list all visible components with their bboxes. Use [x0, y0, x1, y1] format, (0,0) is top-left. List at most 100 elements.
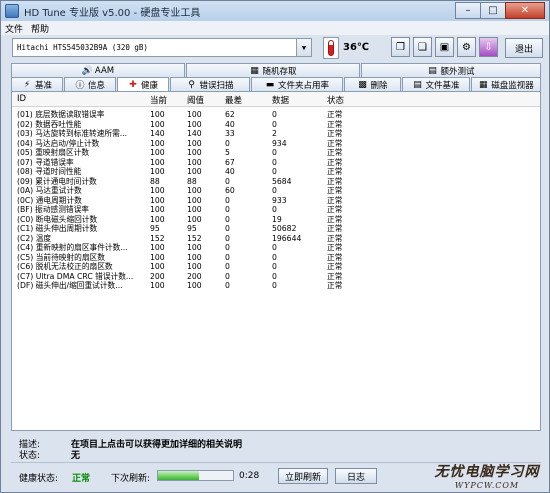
tab-aam[interactable]: 🔊 AAM — [11, 63, 185, 77]
log-button[interactable]: 日志 — [335, 468, 377, 484]
copy-icon[interactable]: ❐ — [391, 37, 410, 57]
tab-disk-monitor[interactable]: ▦ 磁盘监视器 — [471, 77, 541, 91]
tab-health[interactable]: ✚ 健康 — [117, 77, 169, 91]
table-row[interactable]: (DF) 磁头伸出/缩回重试计数... 100 100 0 0 正常 — [12, 281, 540, 291]
attribute-id: (07) 寻道错误率 — [17, 157, 74, 167]
current-value: 100 — [150, 205, 165, 214]
maximize-button[interactable]: □ — [480, 2, 505, 19]
options-icon[interactable]: ⚙ — [457, 37, 476, 57]
tab-erase[interactable]: ▩ 删除 — [344, 77, 401, 91]
attribute-status: 正常 — [327, 138, 343, 148]
health-status-label: 健康状态: — [19, 474, 59, 484]
menu-help[interactable]: 帮助 — [27, 22, 53, 35]
status-label: 状态: — [19, 451, 41, 461]
worst-value: 40 — [225, 119, 235, 129]
table-row[interactable]: (05) 重映射扇区计数 100 100 5 0 正常 — [12, 148, 540, 158]
raw-data: 0 — [272, 186, 277, 195]
attribute-id: (01) 底层数据读取错误率 — [17, 110, 105, 119]
attribute-status: 正常 — [327, 195, 343, 205]
app-window: HD Tune 专业版 v5.00 - 硬盘专业工具 – □ ✕ 文件 帮助 H… — [0, 0, 550, 493]
table-row[interactable]: (C1) 磁头伸出周期计数 95 95 0 50682 正常 — [12, 224, 540, 234]
current-value: 100 — [150, 281, 165, 290]
save-icon[interactable]: ▣ — [435, 37, 454, 57]
file-icon: ▤ — [413, 79, 422, 90]
table-row[interactable]: (07) 寻道错误率 100 100 67 0 正常 — [12, 158, 540, 168]
header-threshold[interactable]: 阈值 — [187, 94, 204, 106]
raw-data: 0 — [272, 205, 277, 214]
raw-data: 0 — [272, 167, 277, 176]
threshold-value: 152 — [187, 233, 202, 243]
table-row[interactable]: (01) 底层数据读取错误率 100 100 62 0 正常 — [12, 110, 540, 120]
worst-value: 0 — [225, 233, 230, 243]
minimize-button[interactable]: – — [455, 2, 480, 19]
attribute-status: 正常 — [327, 214, 343, 224]
table-row[interactable]: (C5) 当前待映射的扇区数 100 100 0 0 正常 — [12, 253, 540, 263]
threshold-value: 140 — [187, 129, 202, 138]
refresh-now-button[interactable]: 立即刷新 — [278, 468, 328, 484]
table-row[interactable]: (0A) 马达重试计数 100 100 60 0 正常 — [12, 186, 540, 196]
table-row[interactable]: (03) 马达旋转到标准转速所需... 140 140 33 2 正常 — [12, 129, 540, 139]
tab-random-access-label: 随机存取 — [262, 66, 297, 77]
threshold-value: 100 — [187, 119, 202, 129]
table-row[interactable]: (09) 累计通电时间计数 88 88 0 5684 正常 — [12, 177, 540, 187]
copy-all-icon[interactable]: ❏ — [413, 37, 432, 57]
table-row[interactable]: (C2) 温度 152 152 0 196644 正常 — [12, 234, 540, 244]
app-icon — [5, 4, 19, 18]
worst-value: 0 — [225, 138, 230, 148]
threshold-value: 100 — [187, 262, 202, 271]
table-row[interactable]: (BF) 振动感测错误率 100 100 0 0 正常 — [12, 205, 540, 215]
current-value: 100 — [150, 252, 165, 262]
attribute-status: 正常 — [327, 252, 343, 262]
worst-value: 33 — [225, 129, 235, 138]
menu-file[interactable]: 文件 — [1, 22, 27, 35]
chevron-down-icon[interactable]: ▼ — [296, 39, 311, 56]
header-current[interactable]: 当前 — [150, 94, 167, 106]
table-row[interactable]: (C7) Ultra DMA CRC 错误计数... 200 200 0 0 正常 — [12, 272, 540, 282]
threshold-value: 100 — [187, 157, 202, 167]
attribute-status: 正常 — [327, 281, 343, 290]
tab-error-scan[interactable]: ⚲ 错误扫描 — [170, 77, 250, 91]
current-value: 100 — [150, 157, 165, 167]
header-data[interactable]: 数据 — [272, 94, 289, 106]
raw-data: 0 — [272, 271, 277, 281]
current-value: 140 — [150, 129, 165, 138]
worst-value: 0 — [225, 214, 230, 224]
close-button[interactable]: ✕ — [505, 2, 545, 19]
attribute-id: (0A) 马达重试计数 — [17, 186, 82, 195]
folder-icon: ▬ — [265, 79, 275, 90]
drive-select[interactable]: Hitachi HTS545032B9A (320 gB) ▼ — [12, 38, 312, 57]
current-value: 100 — [150, 186, 165, 195]
tab-folder-usage[interactable]: ▬ 文件夹占用率 — [251, 77, 343, 91]
table-row[interactable]: (08) 寻道时间性能 100 100 40 0 正常 — [12, 167, 540, 177]
table-row[interactable]: (02) 数据吞吐性能 100 100 40 0 正常 — [12, 120, 540, 130]
tab-file-benchmark[interactable]: ▤ 文件基准 — [402, 77, 470, 91]
header-worst[interactable]: 最差 — [225, 94, 242, 106]
worst-value: 0 — [225, 195, 230, 205]
attribute-status: 正常 — [327, 110, 343, 119]
tab-extra-tests[interactable]: ▤ 额外测试 — [361, 63, 541, 77]
header-id[interactable]: ID — [17, 94, 26, 104]
current-value: 200 — [150, 271, 165, 281]
description-value: 在项目上点击可以获得更加详细的相关说明 — [71, 440, 243, 450]
tab-aam-label: AAM — [94, 65, 115, 76]
current-value: 100 — [150, 167, 165, 176]
tab-random-access[interactable]: ▦ 随机存取 — [186, 63, 360, 77]
health-cross-icon: ✚ — [129, 79, 137, 90]
exit-button[interactable]: 退出 — [505, 38, 543, 58]
tab-info[interactable]: ⓘ 信息 — [64, 77, 116, 91]
attribute-id: (BF) 振动感测错误率 — [17, 205, 89, 214]
watermark-main: 无忧电脑学习网 — [434, 464, 540, 480]
attribute-status: 正常 — [327, 233, 343, 243]
table-row[interactable]: (C4) 重新映射的扇区事件计数... 100 100 0 0 正常 — [12, 243, 540, 253]
raw-data: 196644 — [272, 233, 302, 243]
table-row[interactable]: (04) 马达启动/停止计数 100 100 0 934 正常 — [12, 139, 540, 149]
attribute-id: (C5) 当前待映射的扇区数 — [17, 252, 105, 262]
header-status[interactable]: 状态 — [327, 94, 344, 106]
tab-benchmark[interactable]: ⚡ 基准 — [11, 77, 63, 91]
table-row[interactable]: (C6) 脱机无法校正的扇区数 100 100 0 0 正常 — [12, 262, 540, 272]
table-row[interactable]: (C0) 断电磁头缩回计数 100 100 0 19 正常 — [12, 215, 540, 225]
table-row[interactable]: (0C) 通电周期计数 100 100 0 933 正常 — [12, 196, 540, 206]
title-bar: HD Tune 专业版 v5.00 - 硬盘专业工具 – □ ✕ — [1, 1, 549, 21]
download-icon[interactable]: ⇩ — [479, 37, 498, 57]
speaker-icon: 🔊 — [81, 65, 94, 76]
